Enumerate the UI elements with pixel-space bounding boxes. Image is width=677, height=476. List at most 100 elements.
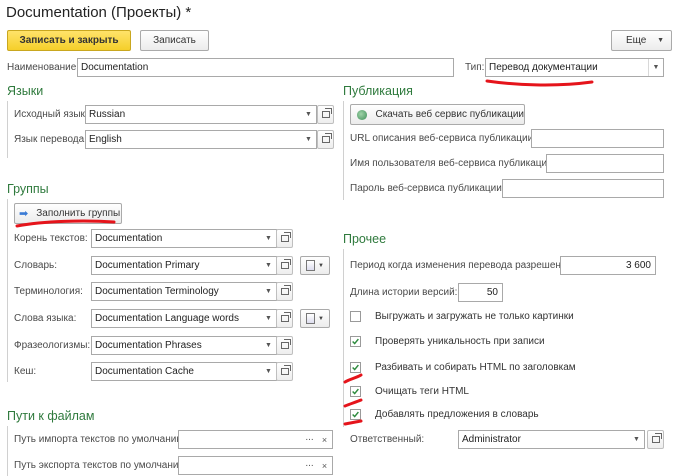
import-path-label: Путь импорта текстов по умолчанию: — [14, 434, 187, 445]
publication-user-label: Имя пользователя веб-сервиса публикации: — [350, 158, 556, 169]
open-icon[interactable] — [276, 309, 293, 328]
name-label: Наименование: — [7, 62, 80, 73]
target-language-select[interactable]: English ▼ — [85, 130, 317, 149]
terminology-select[interactable]: Documentation Terminology ▼ — [91, 282, 277, 301]
publication-divider — [343, 101, 344, 200]
chevron-down-icon[interactable]: ▼ — [301, 131, 316, 148]
document-icon — [306, 313, 316, 324]
checkmark-icon — [352, 364, 359, 371]
open-icon[interactable] — [276, 282, 293, 301]
chevron-down-icon[interactable]: ▼ — [261, 363, 276, 380]
type-select[interactable]: Перевод документации ▼ — [485, 58, 664, 77]
translation-period-label: Период когда изменения перевода разрешен… — [350, 260, 571, 271]
ellipsis-icon[interactable]: ... — [302, 431, 317, 448]
open-icon[interactable] — [647, 430, 664, 449]
fill-groups-button[interactable]: ➡ Заполнить группы — [14, 203, 122, 224]
groups-divider — [7, 199, 8, 382]
responsible-value: Administrator — [462, 434, 521, 445]
publication-url-input[interactable] — [531, 129, 664, 148]
open-icon[interactable] — [317, 105, 334, 124]
chevron-down-icon[interactable]: ▼ — [261, 337, 276, 354]
chevron-down-icon: ▼ — [657, 37, 664, 44]
export-path-input[interactable]: ... × — [178, 456, 333, 475]
language-words-menu-button[interactable]: ▼ — [300, 309, 330, 328]
open-icon[interactable] — [276, 256, 293, 275]
chevron-down-icon: ▼ — [318, 262, 324, 269]
text-root-select[interactable]: Documentation ▼ — [91, 229, 277, 248]
responsible-label: Ответственный: — [350, 434, 425, 445]
translation-period-value: 3 600 — [625, 260, 651, 271]
save-button[interactable]: Записать — [140, 30, 209, 51]
language-words-value: Documentation Language words — [95, 313, 239, 324]
publication-section-title: Публикация — [343, 84, 413, 98]
publication-password-input[interactable] — [502, 179, 664, 198]
upload-not-only-images-label: Выгружать и загружать не только картинки — [375, 311, 574, 322]
name-input[interactable]: Documentation — [77, 58, 454, 77]
dictionary-menu-button[interactable]: ▼ — [300, 256, 330, 275]
language-words-select[interactable]: Documentation Language words ▼ — [91, 309, 277, 328]
save-and-close-button[interactable]: Записать и закрыть — [7, 30, 131, 51]
split-html-checkbox[interactable] — [350, 362, 361, 373]
history-length-input[interactable]: 50 — [458, 283, 503, 302]
text-root-value: Documentation — [95, 233, 163, 244]
check-uniqueness-checkbox[interactable] — [350, 336, 361, 347]
translation-period-input[interactable]: 3 600 — [560, 256, 656, 275]
dictionary-value: Documentation Primary — [95, 260, 200, 271]
check-uniqueness-label: Проверять уникальность при записи — [375, 336, 545, 347]
source-language-select[interactable]: Russian ▼ — [85, 105, 317, 124]
responsible-select[interactable]: Administrator ▼ — [458, 430, 645, 449]
chevron-down-icon[interactable]: ▼ — [629, 431, 644, 448]
checkmark-icon — [352, 411, 359, 418]
import-path-input[interactable]: ... × — [178, 430, 333, 449]
cache-label: Кеш: — [14, 366, 37, 377]
terminology-label: Терминология: — [14, 286, 83, 297]
languages-divider — [7, 101, 8, 158]
paths-divider — [7, 426, 8, 476]
clean-html-tags-label: Очищать теги HTML — [375, 386, 469, 397]
history-length-label: Длина истории версий: — [350, 287, 458, 298]
clean-html-tags-checkbox[interactable] — [350, 386, 361, 397]
type-value: Перевод документации — [489, 62, 598, 73]
publication-url-label: URL описания веб-сервиса публикации: — [350, 133, 536, 144]
terminology-value: Documentation Terminology — [95, 286, 219, 297]
ellipsis-icon[interactable]: ... — [302, 457, 317, 474]
document-icon — [306, 260, 316, 271]
more-button-label: Еще — [626, 35, 647, 46]
annotation-mark-split — [343, 373, 363, 384]
chevron-down-icon[interactable]: ▼ — [261, 310, 276, 327]
languages-section-title: Языки — [7, 84, 44, 98]
dictionary-label: Словарь: — [14, 260, 58, 271]
chevron-down-icon[interactable]: ▼ — [261, 283, 276, 300]
chevron-down-icon: ▼ — [318, 315, 324, 322]
publication-user-input[interactable] — [546, 154, 664, 173]
add-sentences-checkbox[interactable] — [350, 409, 361, 420]
annotation-underline-type — [485, 79, 594, 87]
open-icon[interactable] — [276, 336, 293, 355]
download-publication-service-button[interactable]: Скачать веб сервис публикации — [350, 104, 525, 125]
download-publication-service-label: Скачать веб сервис публикации — [375, 109, 524, 120]
other-divider — [343, 249, 344, 427]
export-path-label: Путь экспорта текстов по умолчанию: — [14, 460, 189, 471]
more-button[interactable]: Еще ▼ — [611, 30, 672, 51]
close-icon[interactable]: × — [317, 457, 332, 474]
close-icon[interactable]: × — [317, 431, 332, 448]
upload-not-only-images-checkbox[interactable] — [350, 311, 361, 322]
open-icon[interactable] — [276, 229, 293, 248]
chevron-down-icon[interactable]: ▼ — [261, 230, 276, 247]
chevron-down-icon[interactable]: ▼ — [261, 257, 276, 274]
annotation-mark-clean — [343, 398, 363, 408]
history-length-value: 50 — [486, 287, 498, 298]
chevron-down-icon[interactable]: ▼ — [301, 106, 316, 123]
chevron-down-icon[interactable]: ▼ — [648, 59, 663, 76]
publication-password-label: Пароль веб-сервиса публикации: — [350, 183, 505, 194]
open-icon[interactable] — [276, 362, 293, 381]
phrases-select[interactable]: Documentation Phrases ▼ — [91, 336, 277, 355]
dictionary-select[interactable]: Documentation Primary ▼ — [91, 256, 277, 275]
open-icon[interactable] — [317, 130, 334, 149]
checkmark-icon — [352, 338, 359, 345]
text-root-label: Корень текстов: — [14, 233, 88, 244]
source-language-value: Russian — [89, 109, 126, 120]
window-title: Documentation (Проекты) * — [6, 4, 192, 21]
checkmark-icon — [352, 388, 359, 395]
cache-select[interactable]: Documentation Cache ▼ — [91, 362, 277, 381]
